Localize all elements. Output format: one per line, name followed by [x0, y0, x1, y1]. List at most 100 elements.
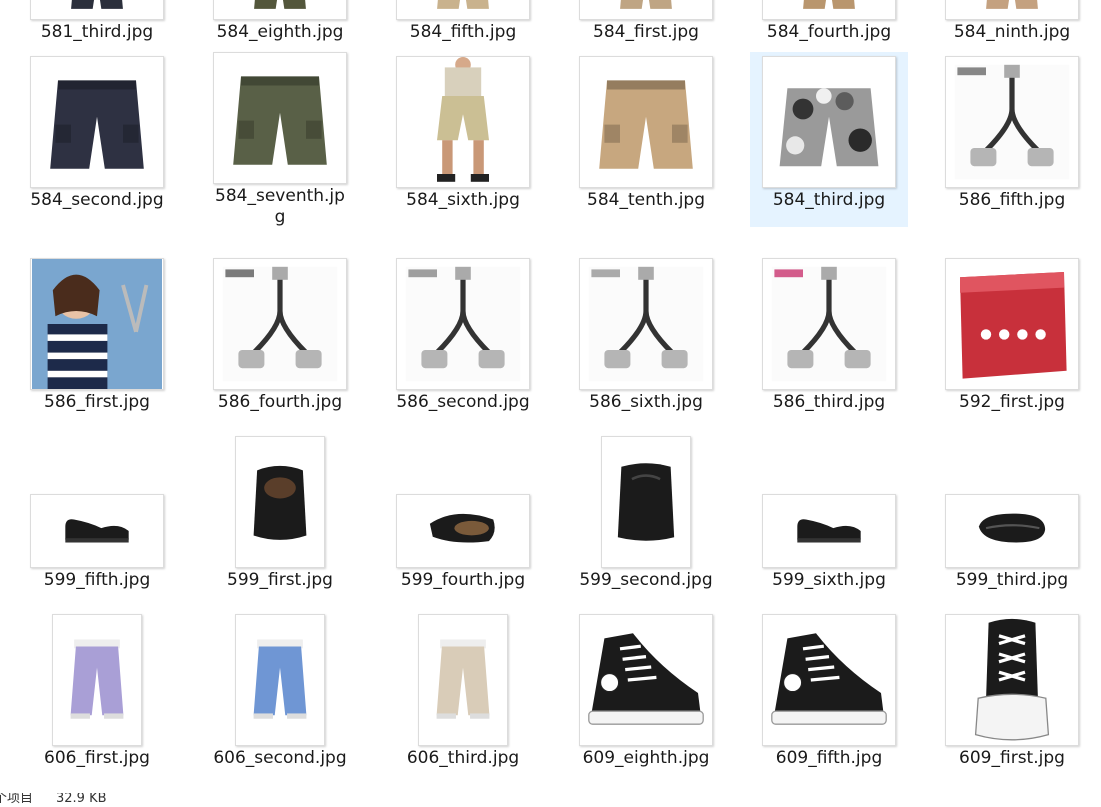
file-item[interactable]: 606_third.jpg — [384, 610, 542, 785]
thumbnail-frame — [27, 0, 167, 20]
file-item[interactable]: 599_fourth.jpg — [384, 432, 542, 607]
thumbnail-image — [986, 0, 1038, 9]
file-thumbnail — [762, 614, 896, 746]
file-item[interactable]: 609_first.jpg — [933, 610, 1091, 785]
thumbnail-frame — [27, 610, 167, 746]
file-thumbnail — [396, 56, 530, 188]
thumbnail-frame — [576, 52, 716, 188]
thumbnail-image — [50, 80, 144, 169]
file-name: 584_first.jpg — [593, 22, 699, 42]
file-item[interactable]: 609_eighth.jpg — [567, 610, 725, 785]
thumbnail-image — [222, 266, 338, 382]
thumbnail-image — [253, 465, 307, 540]
file-thumbnail — [396, 0, 530, 20]
thumbnail-frame — [210, 52, 350, 184]
file-name: 599_second.jpg — [579, 570, 713, 590]
thumbnail-frame — [759, 254, 899, 390]
file-item[interactable]: 586_fifth.jpg — [933, 52, 1091, 227]
file-thumbnail — [235, 436, 325, 568]
thumbnail-image — [436, 639, 490, 719]
file-name: 599_sixth.jpg — [772, 570, 886, 590]
file-name: 606_third.jpg — [406, 748, 520, 768]
file-item[interactable]: 599_second.jpg — [567, 432, 725, 607]
file-name: 584_fourth.jpg — [766, 22, 892, 42]
file-thumbnail — [213, 0, 347, 20]
thumbnail-image — [978, 513, 1046, 543]
file-thumbnail — [396, 258, 530, 390]
file-name: 584_third.jpg — [772, 190, 886, 210]
thumbnail-frame — [759, 432, 899, 568]
file-item[interactable]: 584_first.jpg — [567, 0, 725, 59]
file-thumbnail — [579, 56, 713, 188]
file-item[interactable]: 599_sixth.jpg — [750, 432, 908, 607]
file-item[interactable]: 586_sixth.jpg — [567, 254, 725, 429]
file-name: 584_ninth.jpg — [953, 22, 1071, 42]
thumbnail-image — [771, 633, 887, 725]
file-name: 584_seventh.jpg — [215, 186, 345, 227]
file-item[interactable]: 609_fifth.jpg — [750, 610, 908, 785]
file-name: 609_first.jpg — [959, 748, 1065, 768]
file-item[interactable]: 586_first.jpg — [18, 254, 176, 429]
file-item[interactable]: 584_fourth.jpg — [750, 0, 908, 59]
thumbnail-image — [233, 76, 327, 165]
thumbnail-frame — [942, 254, 1082, 390]
file-item[interactable]: 586_second.jpg — [384, 254, 542, 429]
file-item[interactable]: 584_eighth.jpg — [201, 0, 359, 59]
thumbnail-image — [71, 0, 123, 9]
file-thumbnail — [945, 494, 1079, 568]
file-item[interactable]: 586_fourth.jpg — [201, 254, 359, 429]
file-item[interactable]: 584_ninth.jpg — [933, 0, 1091, 59]
file-name: 586_sixth.jpg — [589, 392, 703, 412]
file-thumbnail — [213, 258, 347, 390]
file-thumbnail — [579, 258, 713, 390]
file-item[interactable]: 592_first.jpg — [933, 254, 1091, 429]
file-item[interactable]: 584_tenth.jpg — [567, 52, 725, 227]
file-thumbnail — [30, 494, 164, 568]
file-item[interactable]: 606_second.jpg — [201, 610, 359, 785]
thumbnail-frame — [393, 610, 533, 746]
file-item[interactable]: 599_fifth.jpg — [18, 432, 176, 607]
thumbnail-image — [954, 64, 1070, 180]
thumbnail-frame — [576, 432, 716, 568]
file-item[interactable]: 599_first.jpg — [201, 432, 359, 607]
file-view[interactable]: 581_third.jpg 584_eighth.jpg 584_fifth.j… — [0, 0, 1101, 793]
file-item[interactable]: 584_seventh.jpg — [201, 52, 359, 227]
file-name: 586_fifth.jpg — [958, 190, 1066, 210]
thumbnail-frame — [210, 0, 350, 20]
thumbnail-frame — [942, 0, 1082, 20]
file-name: 599_third.jpg — [955, 570, 1069, 590]
file-thumbnail — [52, 614, 142, 746]
file-name: 584_sixth.jpg — [406, 190, 520, 210]
thumbnail-frame — [27, 52, 167, 188]
file-name: 586_third.jpg — [772, 392, 886, 412]
file-item[interactable]: 586_third.jpg — [750, 254, 908, 429]
thumbnail-frame — [210, 432, 350, 568]
file-thumbnail — [579, 614, 713, 746]
thumbnail-image — [599, 80, 693, 169]
thumbnail-frame — [27, 254, 167, 390]
file-item[interactable]: 599_third.jpg — [933, 432, 1091, 607]
file-item[interactable]: 584_sixth.jpg — [384, 52, 542, 227]
file-item[interactable]: 581_third.jpg — [18, 0, 176, 59]
file-name: 584_eighth.jpg — [216, 22, 344, 42]
file-item[interactable]: 584_fifth.jpg — [384, 0, 542, 59]
file-name: 599_first.jpg — [227, 570, 333, 590]
thumbnail-frame — [759, 0, 899, 20]
thumbnail-frame — [759, 52, 899, 188]
thumbnail-image — [254, 0, 306, 9]
file-thumbnail — [945, 0, 1079, 20]
thumbnail-image — [588, 266, 704, 382]
status-size: 32.9 KB — [56, 793, 107, 806]
thumbnail-image — [803, 0, 855, 9]
file-item[interactable]: 606_first.jpg — [18, 610, 176, 785]
thumbnail-frame — [942, 610, 1082, 746]
file-thumbnail — [762, 258, 896, 390]
file-item[interactable]: 584_third.jpg — [750, 52, 908, 227]
thumbnail-image — [32, 259, 162, 389]
thumbnail-frame — [942, 52, 1082, 188]
file-name: 599_fifth.jpg — [43, 570, 151, 590]
file-item[interactable]: 584_second.jpg — [18, 52, 176, 227]
thumbnail-frame — [27, 432, 167, 568]
thumbnail-image — [620, 0, 672, 9]
file-thumbnail — [30, 0, 164, 20]
